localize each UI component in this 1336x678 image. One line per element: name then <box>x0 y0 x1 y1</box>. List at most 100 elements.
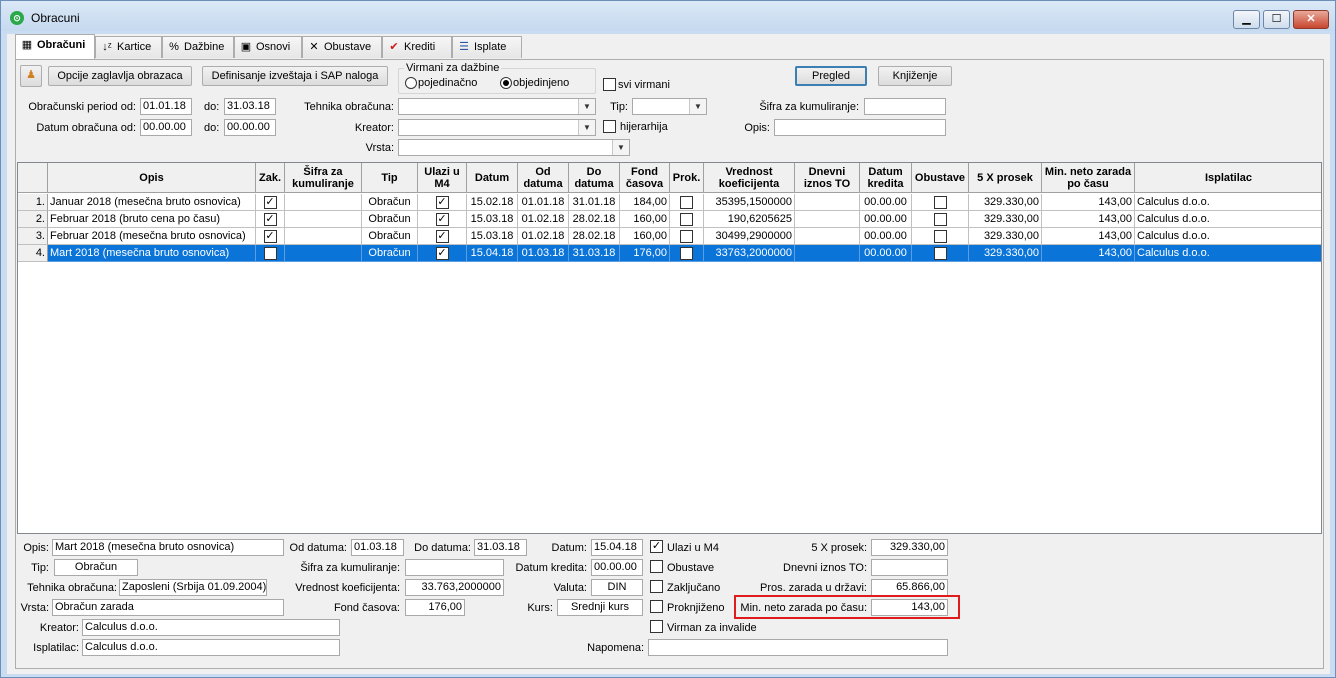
cell-checkbox[interactable] <box>933 195 947 209</box>
detail-datum-field[interactable]: 15.04.18 <box>591 539 643 556</box>
cell-checkbox[interactable]: ✓ <box>263 195 277 209</box>
detail-minneto-field[interactable]: 143,00 <box>871 599 948 616</box>
cell-opis[interactable]: Mart 2018 (mesečna bruto osnovica) <box>48 245 256 262</box>
knjizenje-button[interactable]: Knjiženje <box>878 66 952 86</box>
chevron-down-icon[interactable]: ▼ <box>689 99 706 114</box>
column-header-kredit[interactable]: Datum kredita <box>860 163 912 193</box>
tab-krediti[interactable]: ✔ Krediti <box>382 36 452 58</box>
cell-prosek[interactable]: 329.330,00 <box>969 245 1042 262</box>
column-header-zak[interactable]: Zak. <box>256 163 285 193</box>
detail-pros-field[interactable]: 65.866,00 <box>871 579 948 596</box>
cell-do[interactable]: 28.02.18 <box>569 211 620 228</box>
tab-isplate[interactable]: ☰ Isplate <box>452 36 522 58</box>
detail-kurs-field[interactable]: Srednji kurs <box>557 599 643 616</box>
detail-vrsta-field[interactable]: Obračun zarada <box>52 599 284 616</box>
cell-fond[interactable]: 160,00 <box>620 228 670 245</box>
column-header-obustave[interactable]: Obustave <box>912 163 969 193</box>
cell-kredit[interactable]: 00.00.00 <box>860 194 912 211</box>
column-header-tip[interactable]: Tip <box>362 163 418 193</box>
cell-tip[interactable]: Obračun <box>362 194 418 211</box>
column-header-isplatilac[interactable]: Isplatilac <box>1135 163 1321 193</box>
cell-od[interactable]: 01.02.18 <box>518 211 569 228</box>
column-header-datum[interactable]: Datum <box>467 163 518 193</box>
cell-prosek[interactable]: 329.330,00 <box>969 228 1042 245</box>
detail-do-field[interactable]: 31.03.18 <box>474 539 527 556</box>
detail-proknjizeno-checkbox[interactable] <box>650 600 663 613</box>
row-header[interactable]: 3. <box>18 228 48 245</box>
cell-kredit[interactable]: 00.00.00 <box>860 245 912 262</box>
cell-kredit[interactable]: 00.00.00 <box>860 228 912 245</box>
vrsta-combo[interactable]: ▼ <box>398 139 630 156</box>
row-header[interactable]: 1. <box>18 194 48 211</box>
detail-isplatilac-field[interactable]: Calculus d.o.o. <box>82 639 340 656</box>
pojedinacno-radio[interactable] <box>405 77 417 89</box>
cell-koef[interactable]: 190,6205625 <box>704 211 795 228</box>
cell-datum[interactable]: 15.03.18 <box>467 228 518 245</box>
row-header[interactable]: 2. <box>18 211 48 228</box>
maximize-button[interactable]: ☐ <box>1263 10 1290 29</box>
detail-napomena-field[interactable] <box>648 639 948 656</box>
cell-fond[interactable]: 184,00 <box>620 194 670 211</box>
cell-checkbox[interactable] <box>933 246 947 260</box>
opis-field[interactable] <box>774 119 946 136</box>
detail-fond-field[interactable]: 176,00 <box>405 599 465 616</box>
detail-invalide-checkbox[interactable] <box>650 620 663 633</box>
cell-isplatilac[interactable]: Calculus d.o.o. <box>1135 245 1321 262</box>
column-header-m4[interactable]: Ulazi u M4 <box>418 163 467 193</box>
sifra-field[interactable] <box>864 98 946 115</box>
cell-sifra[interactable] <box>285 245 362 262</box>
column-header-prosek[interactable]: 5 X prosek <box>969 163 1042 193</box>
close-button[interactable]: ✕ <box>1293 10 1329 29</box>
period-od-field[interactable]: 01.01.18 <box>140 98 192 115</box>
detail-tehnika-field[interactable]: Zaposleni (Srbija 01.09.2004) <box>119 579 267 596</box>
kreator-combo[interactable]: ▼ <box>398 119 596 136</box>
detail-prosek-field[interactable]: 329.330,00 <box>871 539 948 556</box>
cell-od[interactable]: 01.03.18 <box>518 245 569 262</box>
cell-minneto[interactable]: 143,00 <box>1042 245 1135 262</box>
cell-minneto[interactable]: 143,00 <box>1042 228 1135 245</box>
cell-checkbox[interactable]: ✓ <box>263 212 277 226</box>
cell-checkbox[interactable] <box>680 246 693 260</box>
cell-koef[interactable]: 30499,2900000 <box>704 228 795 245</box>
cell-fond[interactable]: 160,00 <box>620 211 670 228</box>
cell-checkbox[interactable] <box>263 246 277 260</box>
cell-isplatilac[interactable]: Calculus d.o.o. <box>1135 228 1321 245</box>
column-header-minneto[interactable]: Min. neto zarada po času <box>1042 163 1135 193</box>
column-header-fond[interactable]: Fond časova <box>620 163 670 193</box>
cell-datum[interactable]: 15.04.18 <box>467 245 518 262</box>
cell-od[interactable]: 01.01.18 <box>518 194 569 211</box>
cell-checkbox[interactable]: ✓ <box>435 212 449 226</box>
chevron-down-icon[interactable]: ▼ <box>578 120 595 135</box>
tip-combo[interactable]: ▼ <box>632 98 707 115</box>
column-header-prok[interactable]: Prok. <box>670 163 704 193</box>
detail-m4-checkbox[interactable]: ✓ <box>650 540 663 553</box>
cell-sifra[interactable] <box>285 228 362 245</box>
cell-fond[interactable]: 176,00 <box>620 245 670 262</box>
detail-opis-field[interactable]: Mart 2018 (mesečna bruto osnovica) <box>52 539 284 556</box>
pregled-button[interactable]: Pregled <box>795 66 867 86</box>
cell-kredit[interactable]: 00.00.00 <box>860 211 912 228</box>
detail-zakljucano-checkbox[interactable] <box>650 580 663 593</box>
tab-dazbine[interactable]: % Dažbine <box>162 36 234 58</box>
cell-tip[interactable]: Obračun <box>362 211 418 228</box>
cell-opis[interactable]: Februar 2018 (bruto cena po času) <box>48 211 256 228</box>
cell-datum[interactable]: 15.02.18 <box>467 194 518 211</box>
detail-valuta-field[interactable]: DIN <box>591 579 643 596</box>
cell-tip[interactable]: Obračun <box>362 245 418 262</box>
tehnika-combo[interactable]: ▼ <box>398 98 596 115</box>
detail-sifra-field[interactable] <box>405 559 504 576</box>
cell-tip[interactable]: Obračun <box>362 228 418 245</box>
cell-dnevni[interactable] <box>795 211 860 228</box>
cell-checkbox[interactable] <box>680 195 693 209</box>
cell-koef[interactable]: 33763,2000000 <box>704 245 795 262</box>
cell-sifra[interactable] <box>285 194 362 211</box>
opcije-button[interactable]: Opcije zaglavlja obrazaca <box>48 66 192 86</box>
detail-od-field[interactable]: 01.03.18 <box>351 539 404 556</box>
detail-koef-field[interactable]: 33.763,2000000 <box>405 579 504 596</box>
user-settings-button[interactable]: ♟ <box>20 65 42 87</box>
minimize-button[interactable]: ▁ <box>1233 10 1260 29</box>
objedinjeno-radio[interactable] <box>500 77 512 89</box>
svi-virmani-checkbox[interactable] <box>603 78 616 91</box>
cell-opis[interactable]: Februar 2018 (mesečna bruto osnovica) <box>48 228 256 245</box>
cell-checkbox[interactable] <box>680 229 693 243</box>
